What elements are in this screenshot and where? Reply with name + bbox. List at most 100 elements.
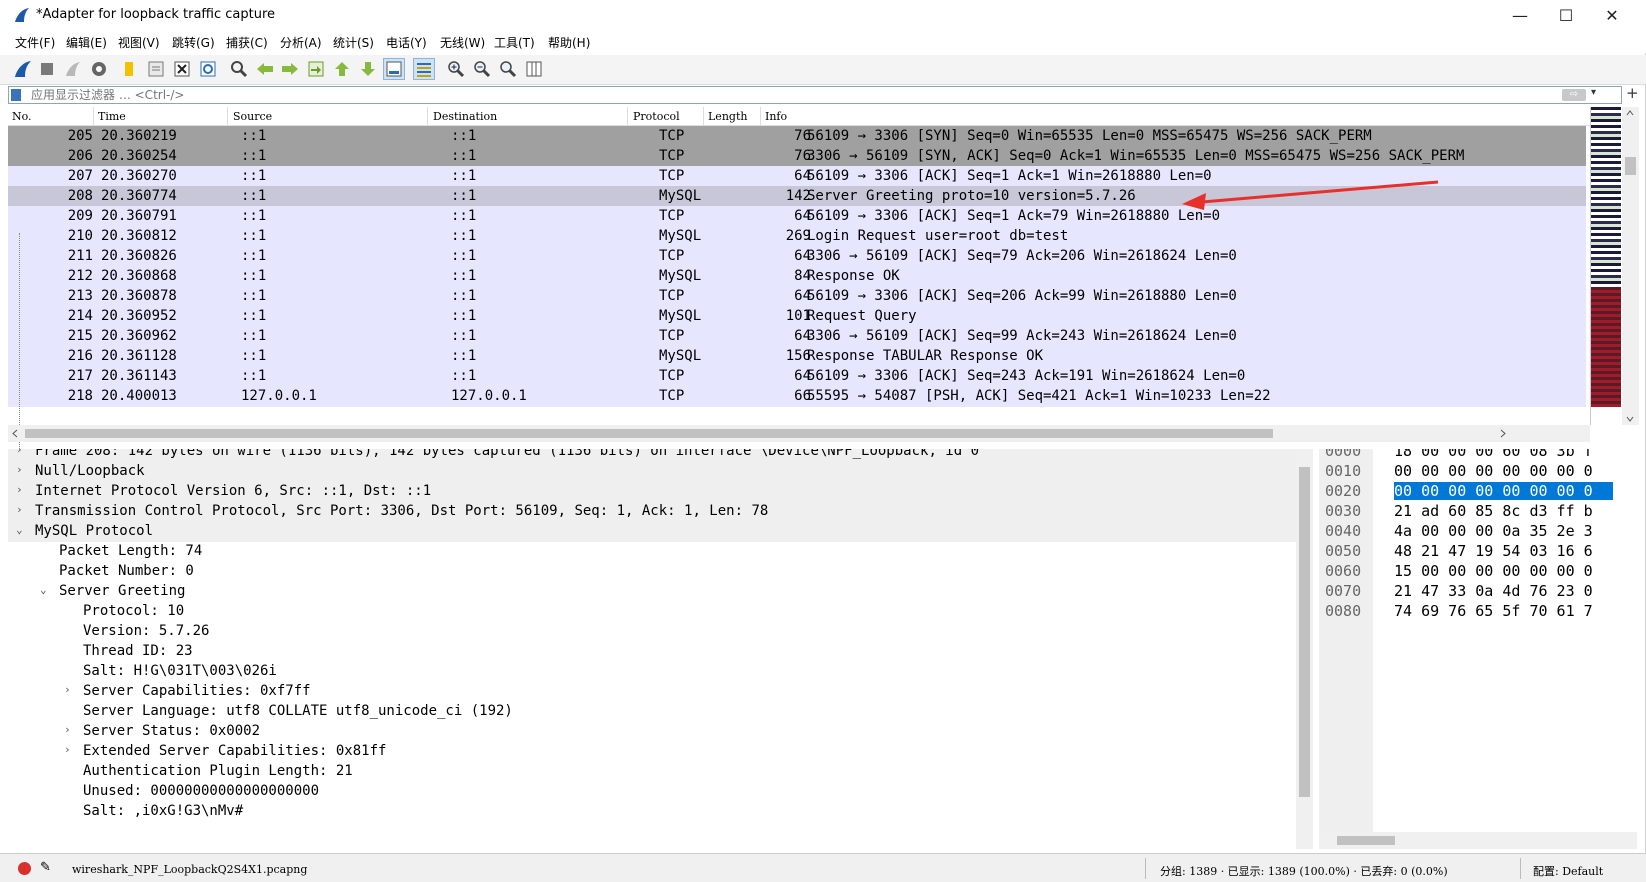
hex-bytes[interactable]: 21 ad 60 85 8c d3 ff b bbox=[1394, 502, 1593, 520]
expert-info-icon[interactable] bbox=[18, 862, 31, 875]
packet-row[interactable]: 217 20.361143::1::1 TCP 64 56109 → 3306 [ACK… bbox=[8, 366, 1586, 387]
hex-row[interactable]: 0000 18 00 00 00 60 08 3b f bbox=[1319, 449, 1637, 460]
column-header-no[interactable]: No. bbox=[12, 110, 32, 123]
resize-columns-icon[interactable] bbox=[523, 58, 545, 80]
detail-tree-item[interactable]: ⌄ Server Greeting bbox=[8, 581, 1304, 602]
hex-bytes[interactable]: 00 00 00 00 00 00 00 0 bbox=[1394, 462, 1593, 480]
column-header-destination[interactable]: Destination bbox=[433, 110, 497, 123]
hex-row[interactable]: 0040 4a 00 00 00 0a 35 2e 3 bbox=[1319, 521, 1637, 540]
open-file-icon[interactable] bbox=[118, 58, 140, 80]
packet-row[interactable]: 212 20.360868::1::1 MySQL 84 Response OK bbox=[8, 266, 1586, 287]
expand-arrow-icon[interactable]: › bbox=[16, 503, 23, 516]
packet-list-scrollbar[interactable] bbox=[1622, 107, 1639, 425]
menu-analyze[interactable]: 分析(A) bbox=[280, 34, 322, 51]
add-filter-button[interactable]: + bbox=[1626, 84, 1639, 102]
column-divider[interactable] bbox=[427, 107, 428, 126]
detail-tree-item[interactable]: Version: 5.7.26 bbox=[8, 621, 1304, 642]
column-divider[interactable] bbox=[227, 107, 228, 126]
packet-row[interactable]: 210 20.360812::1::1 MySQL 269 Login Request … bbox=[8, 226, 1586, 247]
detail-tree-item[interactable]: › Null/Loopback bbox=[8, 461, 1304, 482]
hex-bytes[interactable]: 00 00 00 00 00 00 00 0 bbox=[1394, 482, 1613, 500]
go-first-icon[interactable] bbox=[331, 58, 353, 80]
apply-filter-button[interactable]: ⇨ bbox=[1562, 89, 1586, 101]
menu-file[interactable]: 文件(F) bbox=[15, 34, 55, 51]
detail-tree-item[interactable]: ⌄ MySQL Protocol bbox=[8, 521, 1304, 542]
normal-size-icon[interactable] bbox=[497, 58, 519, 80]
auto-scroll-icon[interactable] bbox=[383, 58, 405, 80]
hex-bytes[interactable]: 21 47 33 0a 4d 76 23 0 bbox=[1394, 582, 1593, 600]
packet-row[interactable]: 211 20.360826::1::1 TCP 64 3306 → 56109 [ACK… bbox=[8, 246, 1586, 267]
configuration-profile[interactable]: 配置: Default bbox=[1533, 863, 1603, 879]
hex-row[interactable]: 0050 48 21 47 19 54 03 16 6 bbox=[1319, 541, 1637, 560]
detail-tree-item[interactable]: Salt: H!G\031T\003\026i bbox=[8, 661, 1304, 682]
collapse-arrow-icon[interactable]: ⌄ bbox=[40, 583, 47, 596]
save-file-icon[interactable] bbox=[145, 58, 167, 80]
detail-tree-item[interactable]: › Transmission Control Protocol, Src Port… bbox=[8, 501, 1304, 522]
minimize-button[interactable]: — bbox=[1497, 0, 1543, 31]
stop-capture-icon[interactable] bbox=[36, 58, 58, 80]
packet-row[interactable]: 216 20.361128::1::1 MySQL 156 Response TABUL… bbox=[8, 346, 1586, 367]
start-capture-icon[interactable] bbox=[12, 58, 34, 80]
packet-minimap[interactable] bbox=[1590, 107, 1622, 425]
menu-edit[interactable]: 编辑(E) bbox=[66, 34, 107, 51]
hex-row[interactable]: 0060 15 00 00 00 00 00 00 0 bbox=[1319, 561, 1637, 580]
detail-tree-item[interactable]: Server Language: utf8 COLLATE utf8_unico… bbox=[8, 701, 1304, 722]
zoom-in-icon[interactable] bbox=[445, 58, 467, 80]
detail-tree-item[interactable]: Authentication Plugin Length: 21 bbox=[8, 761, 1304, 782]
colorize-icon[interactable] bbox=[413, 58, 435, 80]
expand-arrow-icon[interactable]: › bbox=[16, 483, 23, 496]
capture-options-icon[interactable] bbox=[88, 58, 110, 80]
detail-tree-item[interactable]: › Extended Server Capabilities: 0x81ff bbox=[8, 741, 1304, 762]
column-divider[interactable] bbox=[627, 107, 628, 126]
detail-tree-item[interactable]: › Server Capabilities: 0xf7ff bbox=[8, 681, 1304, 702]
packet-row[interactable]: 214 20.360952::1::1 MySQL 101 Request Query bbox=[8, 306, 1586, 327]
hex-row[interactable]: 0030 21 ad 60 85 8c d3 ff b bbox=[1319, 501, 1637, 520]
capture-comment-icon[interactable]: ✎ bbox=[40, 860, 51, 875]
menu-tools[interactable]: 工具(T) bbox=[494, 34, 535, 51]
display-filter-input[interactable] bbox=[31, 87, 1491, 103]
hex-row[interactable]: 0070 21 47 33 0a 4d 76 23 0 bbox=[1319, 581, 1637, 600]
menu-go[interactable]: 跳转(G) bbox=[172, 34, 215, 51]
filter-history-dropdown[interactable]: ▾ bbox=[1591, 87, 1596, 98]
find-packet-icon[interactable] bbox=[228, 58, 250, 80]
detail-tree-item[interactable]: Thread ID: 23 bbox=[8, 641, 1304, 662]
detail-tree-item[interactable]: Packet Number: 0 bbox=[8, 561, 1304, 582]
detail-tree-item[interactable]: Salt: ,i0xG!G3\nMv# bbox=[8, 801, 1304, 822]
menu-view[interactable]: 视图(V) bbox=[118, 34, 160, 51]
detail-tree-item[interactable]: Unused: 00000000000000000000 bbox=[8, 781, 1304, 802]
bookmark-icon[interactable] bbox=[11, 89, 21, 101]
column-divider[interactable] bbox=[760, 107, 761, 126]
menu-capture[interactable]: 捕获(C) bbox=[226, 34, 268, 51]
hex-bytes[interactable]: 15 00 00 00 00 00 00 0 bbox=[1394, 562, 1593, 580]
go-last-icon[interactable] bbox=[357, 58, 379, 80]
close-button[interactable]: ✕ bbox=[1589, 0, 1635, 31]
packet-row[interactable]: 218 20.400013 127.0.0.1 127.0.0.1 TCP 66 55595… bbox=[8, 386, 1586, 407]
restart-capture-icon[interactable] bbox=[62, 58, 84, 80]
column-divider[interactable] bbox=[93, 107, 94, 126]
column-header-source[interactable]: Source bbox=[233, 110, 272, 123]
go-back-icon[interactable] bbox=[254, 58, 276, 80]
column-header-time[interactable]: Time bbox=[98, 110, 126, 123]
packet-row[interactable]: 206 20.360254::1::1 TCP 76 3306 → 56109 [SYN… bbox=[8, 146, 1586, 167]
detail-tree-item[interactable]: › Internet Protocol Version 6, Src: ::1, … bbox=[8, 481, 1304, 502]
packet-bytes-hscrollbar[interactable] bbox=[1319, 832, 1637, 849]
packet-row[interactable]: 215 20.360962::1::1 TCP 64 3306 → 56109 [ACK… bbox=[8, 326, 1586, 347]
hex-bytes[interactable]: 18 00 00 00 60 08 3b f bbox=[1394, 449, 1593, 460]
expand-arrow-icon[interactable]: › bbox=[64, 743, 71, 756]
detail-tree-item[interactable]: Packet Length: 74 bbox=[8, 541, 1304, 562]
menu-wireless[interactable]: 无线(W) bbox=[440, 34, 485, 51]
expand-arrow-icon[interactable]: › bbox=[16, 463, 23, 476]
reload-file-icon[interactable] bbox=[197, 58, 219, 80]
column-header-info[interactable]: Info bbox=[765, 110, 787, 123]
menu-statistics[interactable]: 统计(S) bbox=[333, 34, 374, 51]
hex-bytes[interactable]: 74 69 76 65 5f 70 61 7 bbox=[1394, 602, 1593, 620]
go-forward-icon[interactable] bbox=[279, 58, 301, 80]
detail-tree-item[interactable]: Protocol: 10 bbox=[8, 601, 1304, 622]
close-file-icon[interactable] bbox=[171, 58, 193, 80]
expand-arrow-icon[interactable]: › bbox=[16, 449, 23, 456]
packet-details-scrollbar[interactable] bbox=[1296, 449, 1313, 849]
column-header-protocol[interactable]: Protocol bbox=[633, 110, 680, 123]
hex-row[interactable]: 0080 74 69 76 65 5f 70 61 7 bbox=[1319, 601, 1637, 620]
packet-row[interactable]: 213 20.360878::1::1 TCP 64 56109 → 3306 [ACK… bbox=[8, 286, 1586, 307]
hex-bytes[interactable]: 48 21 47 19 54 03 16 6 bbox=[1394, 542, 1593, 560]
